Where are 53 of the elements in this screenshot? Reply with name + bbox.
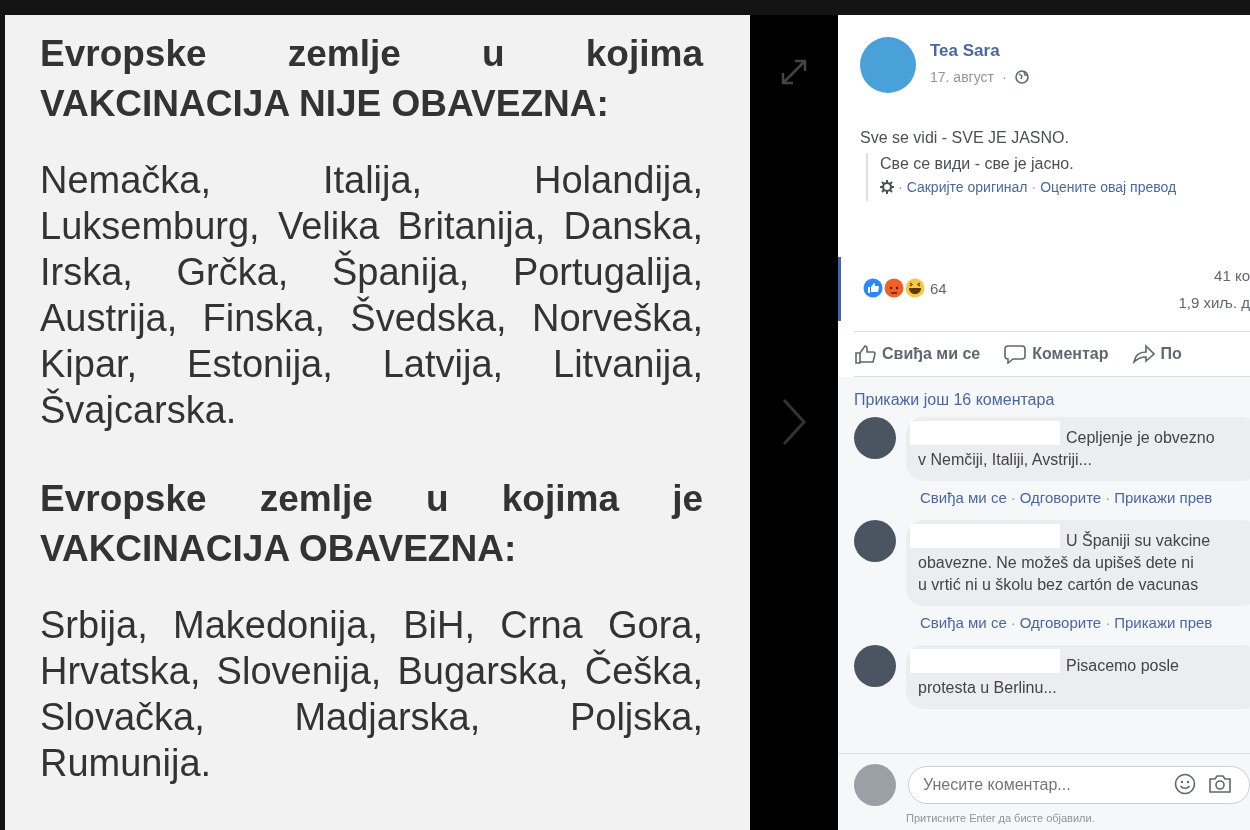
like-button[interactable]: Свиђа ми се <box>854 344 981 364</box>
share-button[interactable]: По <box>1132 344 1182 364</box>
input-hint: Притисните Enter да бисте објавили. <box>906 812 1096 824</box>
separator-dot: · <box>898 179 903 195</box>
angry-reaction-icon[interactable] <box>884 278 904 298</box>
comment-text-line: protesta u Berlinu... <box>918 678 1058 698</box>
commenter-avatar[interactable] <box>854 520 896 562</box>
avatar[interactable] <box>860 37 916 93</box>
comment-input-field[interactable]: Унесите коментар... <box>908 766 1250 804</box>
comment-text-line: Pisacemo posle <box>1066 656 1179 676</box>
post-caption: Sve se vidi - SVE JE JASNO. <box>860 129 1070 147</box>
more-comments-link[interactable]: Прикажи још 16 коментара <box>854 391 1250 409</box>
comment-button[interactable]: Коментар <box>1004 344 1109 364</box>
share-count[interactable]: 1,9 хиљ. д <box>1178 294 1250 311</box>
post-date[interactable]: 17. август <box>930 69 994 85</box>
separator-dot: · <box>1010 614 1016 631</box>
comment-text-line: Cepljenje je obvezno <box>1066 428 1215 448</box>
comment-action-link[interactable]: Одговорите <box>1019 614 1102 631</box>
speech-bubble-icon <box>1004 344 1027 364</box>
image-paragraph: Nemačka, Italija, Holandija, Luksemburg, Velika Britanija, Danska, Irska, Grčka, Španija, Portugalija, Austrija, Finska, Švedska, Norveška, Kipar, Estonija, Latvija, Litvanija, Švajcarska. <box>40 158 703 433</box>
translation-link[interactable]: Сакријте оригинал <box>906 179 1028 195</box>
separator-dot: · <box>1031 179 1037 195</box>
translation-link[interactable]: Оцените овај превод <box>1040 179 1177 195</box>
comment-action-link[interactable]: Свиђа ми се <box>920 614 1007 631</box>
gear-icon[interactable] <box>880 180 894 194</box>
image-heading: Evropske zemlje u kojima je VAKCINACIJA OBAVEZNA: <box>40 477 703 571</box>
comment-text-line: u vrtić ni u školu bez cartón de vacunas <box>918 575 1200 595</box>
separator-dot: · <box>1001 69 1007 85</box>
translated-text: Све се види - све је јасно. <box>880 155 1075 173</box>
comment-text-line: U Španiji su vakcine <box>1066 530 1211 551</box>
comment-action-link[interactable]: Одговорите <box>1019 489 1102 506</box>
comment-action-link[interactable]: Свиђа ми се <box>920 489 1007 506</box>
share-arrow-icon <box>1132 344 1155 364</box>
globe-icon <box>1014 70 1029 84</box>
laughing-reaction-icon[interactable] <box>905 278 925 298</box>
comment-text-line: obavezne. Ne možeš da upišeš dete ni <box>918 553 1195 573</box>
separator-dot: · <box>1105 489 1111 506</box>
separator-dot: · <box>1010 489 1016 506</box>
reaction-count[interactable]: 64 <box>930 279 947 297</box>
comment-action-link[interactable]: Прикажи прев <box>1114 489 1213 506</box>
author-link[interactable]: Tea Sara <box>930 41 1029 61</box>
thumbs-up-icon <box>854 344 876 364</box>
image-heading: Evropske zemlje u kojima VAKCINACIJA NIJE OBAVEZNA: <box>40 32 703 126</box>
smiley-icon[interactable] <box>1174 773 1196 795</box>
comment-action-link[interactable]: Прикажи прев <box>1114 614 1213 631</box>
comment-text-line: v Nemčiji, Italiji, Avstriji... <box>918 450 1093 470</box>
separator-dot: · <box>1105 614 1111 631</box>
user-avatar <box>854 764 896 806</box>
comment-count[interactable]: 41 ко <box>1214 267 1250 284</box>
commenter-avatar[interactable] <box>854 417 896 459</box>
image-paragraph: Srbija, Makedonija, BiH, Crna Gora, Hrvatska, Slovenija, Bugarska, Češka, Slovačka, Madjarska, Poljska, Rumunija. <box>40 603 703 786</box>
commenter-avatar[interactable] <box>854 645 896 687</box>
camera-icon[interactable] <box>1208 773 1232 795</box>
